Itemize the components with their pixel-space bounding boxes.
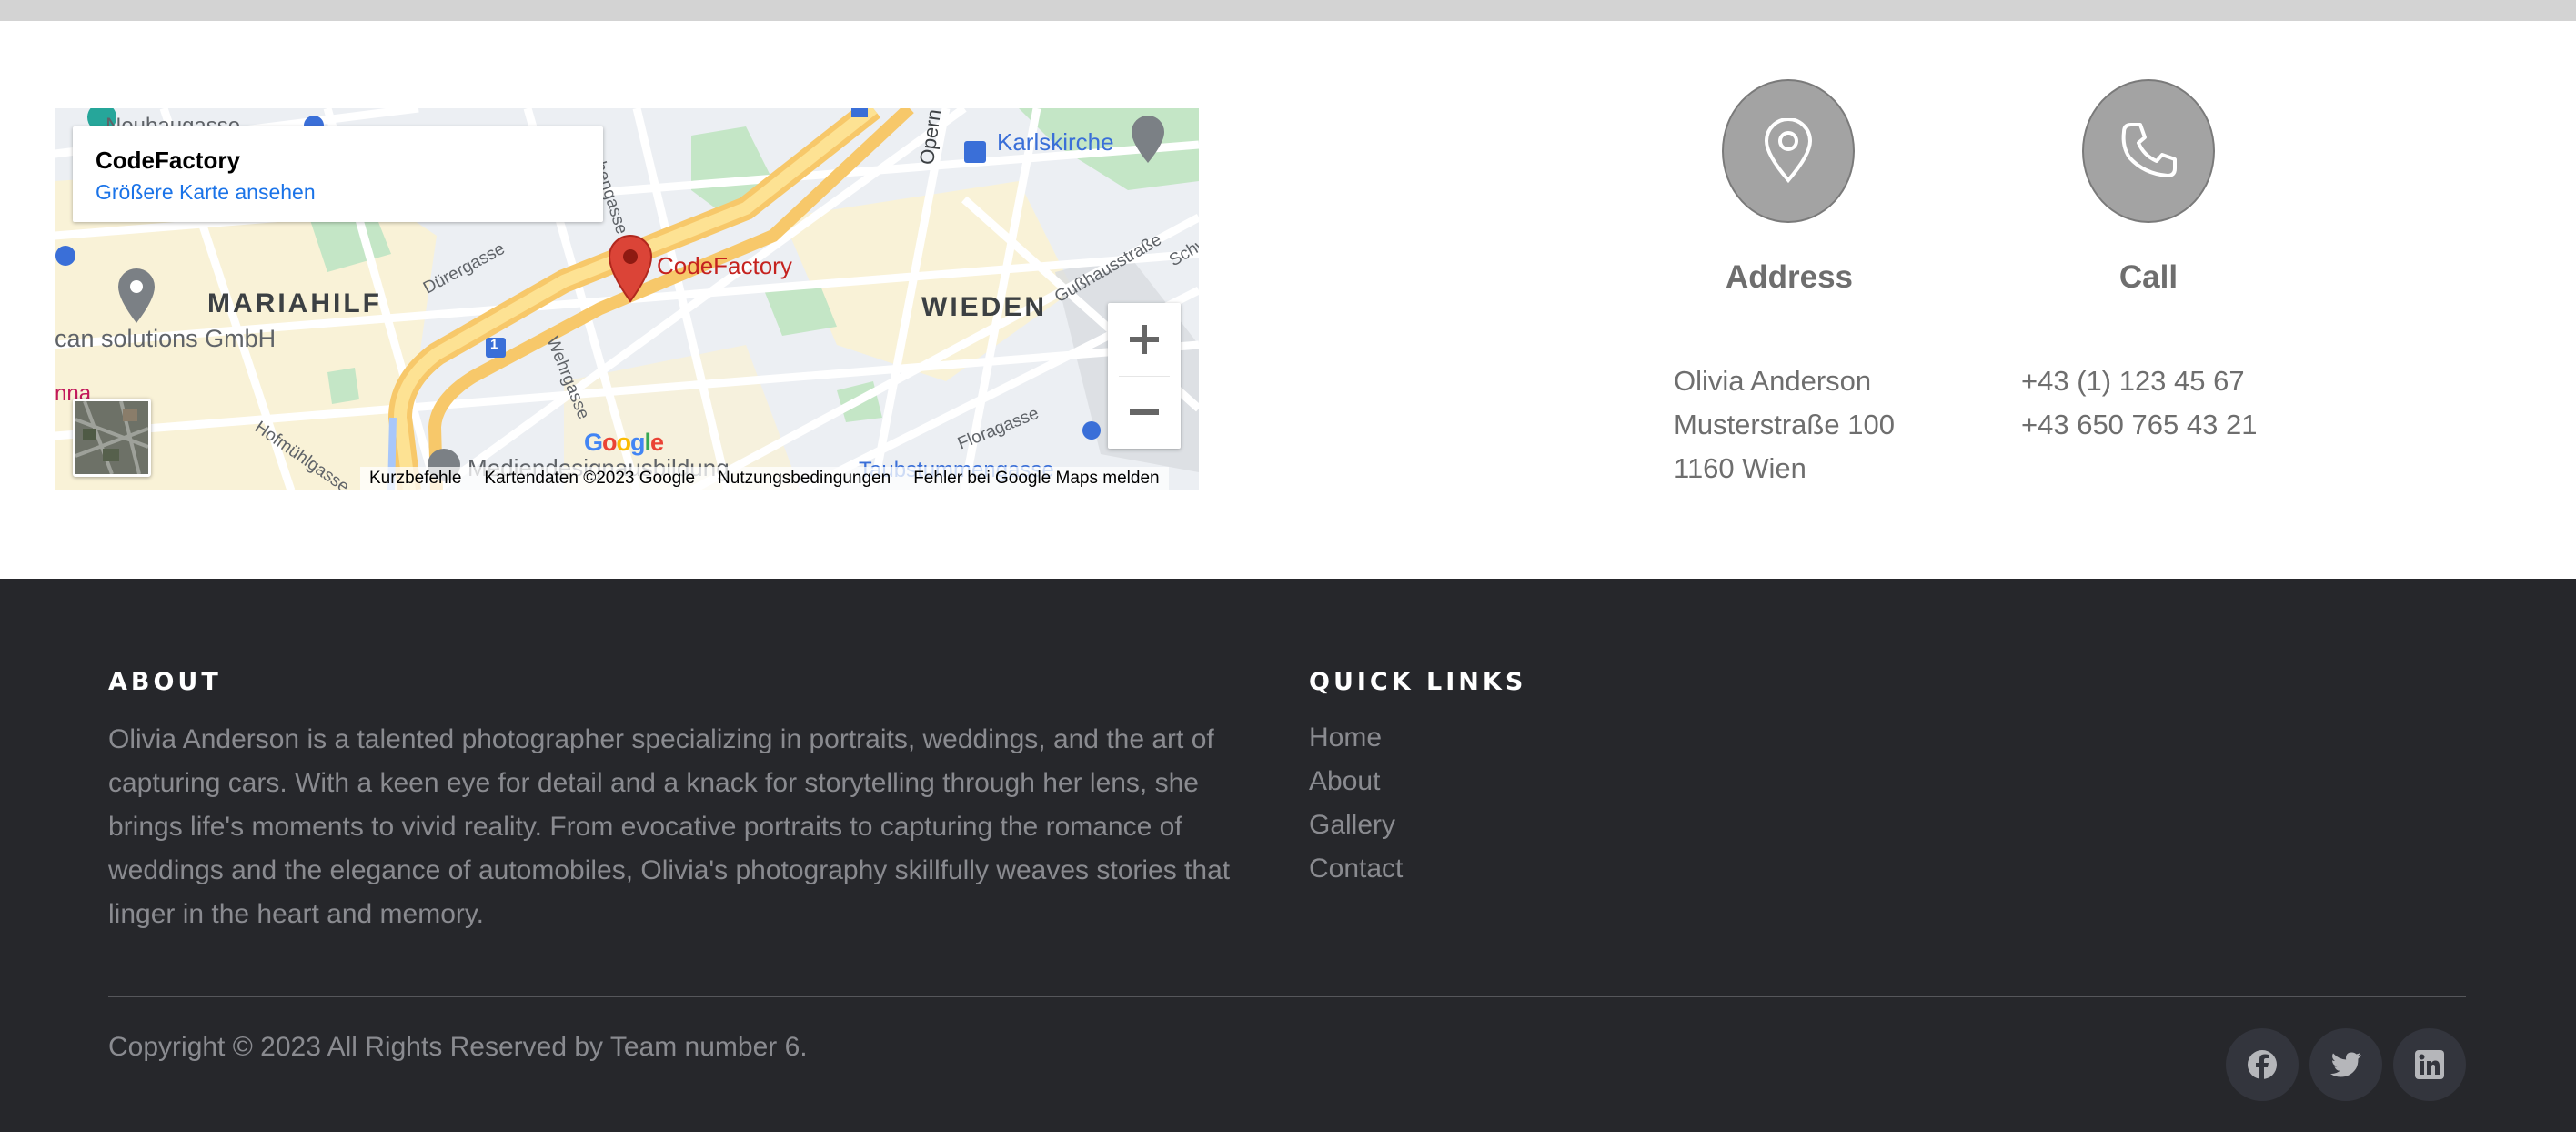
phone-line-mobile[interactable]: +43 650 765 43 21 [2021, 409, 2257, 441]
phone-icon [2121, 123, 2177, 177]
map-attribution-bar: Kurzbefehle Kartendaten ©2023 Google Nut… [360, 467, 1169, 490]
footer-divider [108, 996, 2466, 997]
report-error-link[interactable]: Fehler bei Google Maps melden [913, 469, 1159, 489]
quick-link-home[interactable]: Home [1309, 723, 1382, 753]
linkedin-button[interactable] [2393, 1028, 2466, 1101]
map-data-attribution: Kartendaten ©2023 Google [484, 469, 696, 488]
address-title: Address [1725, 259, 1854, 295]
embedded-map[interactable]: Neubaugasse grubengasse Opern Karlskirch… [55, 108, 1199, 490]
terms-link[interactable]: Nutzungsbedingungen [718, 469, 891, 489]
larger-map-link[interactable]: Größere Karte ansehen [96, 180, 316, 205]
twitter-icon [2330, 1052, 2361, 1077]
satellite-view-toggle[interactable] [73, 399, 151, 477]
map-district-mariahilf: MARIAHILF [207, 288, 382, 318]
zoom-controls [1108, 303, 1181, 449]
about-text: Olivia Anderson is a talented photograph… [108, 724, 1231, 929]
address-line-name: Olivia Anderson [1674, 365, 1872, 397]
route-badge: 1 [490, 337, 498, 352]
call-title: Call [2118, 259, 2179, 295]
address-line-city: 1160 Wien [1674, 452, 1806, 484]
quick-link-contact[interactable]: Contact [1309, 854, 1403, 884]
map-marker-icon[interactable] [606, 232, 655, 303]
linkedin-icon [2415, 1050, 2444, 1079]
zoom-in-button[interactable] [1108, 303, 1181, 376]
quick-links-heading: QUICK LINKS [1309, 668, 1527, 696]
place-name: CodeFactory [96, 147, 240, 174]
map-label-karlskirche: Karlskirche [997, 128, 1114, 156]
call-icon-circle [2082, 79, 2215, 223]
minus-icon [1130, 409, 1159, 415]
quick-link-gallery[interactable]: Gallery [1309, 810, 1395, 841]
satellite-thumbnail-icon [75, 401, 148, 474]
keyboard-shortcuts-link[interactable]: Kurzbefehle [369, 469, 461, 489]
facebook-button[interactable] [2226, 1028, 2299, 1101]
copyright-text: Copyright © 2023 All Rights Reserved by … [108, 1032, 808, 1062]
phone-line-landline[interactable]: +43 (1) 123 45 67 [2021, 365, 2245, 398]
google-logo: Google [584, 429, 664, 456]
place-card: CodeFactory Größere Karte ansehen [73, 126, 603, 222]
zoom-out-button[interactable] [1108, 376, 1181, 449]
about-heading: ABOUT [108, 668, 222, 696]
twitter-button[interactable] [2309, 1028, 2382, 1101]
top-bar [0, 0, 2576, 21]
address-line-street: Musterstraße 100 [1674, 409, 1895, 440]
map-marker-label: CodeFactory [657, 252, 792, 279]
site-footer: ABOUT Olivia Anderson is a talented phot… [0, 579, 2576, 1132]
quick-link-about[interactable]: About [1309, 766, 1380, 797]
plus-icon [1130, 325, 1159, 354]
facebook-icon [2248, 1050, 2277, 1080]
location-pin-icon [1764, 118, 1813, 184]
address-icon-circle [1722, 79, 1855, 223]
map-label-company: can solutions GmbH [55, 325, 277, 352]
map-district-wieden: WIEDEN [921, 292, 1047, 322]
